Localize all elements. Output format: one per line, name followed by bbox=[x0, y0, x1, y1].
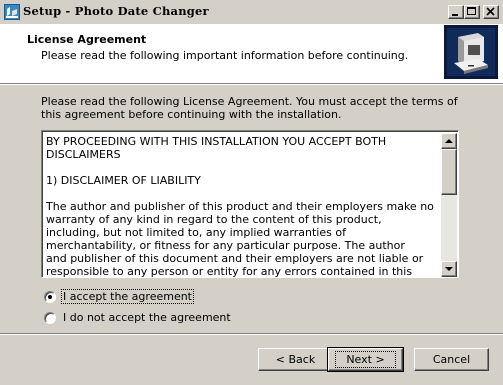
header-panel: License Agreement Please read the follow… bbox=[0, 24, 503, 83]
minimize-button[interactable] bbox=[448, 5, 464, 19]
radio-selected-dot bbox=[48, 294, 52, 299]
next-button-label: Next > bbox=[335, 351, 396, 368]
license-scrollbar[interactable] bbox=[441, 133, 457, 277]
decline-label[interactable]: I do not accept the agreement bbox=[62, 311, 232, 324]
accept-label[interactable]: I accept the agreement bbox=[61, 289, 194, 304]
scroll-thumb[interactable] bbox=[441, 149, 457, 195]
page-subtitle: Please read the following important info… bbox=[41, 49, 409, 62]
accept-agreement-option[interactable]: I accept the agreement bbox=[44, 289, 194, 304]
computer-installer-icon bbox=[444, 25, 498, 79]
accept-radio[interactable] bbox=[44, 290, 56, 303]
instruction-text: Please read the following License Agreem… bbox=[41, 95, 458, 121]
scroll-up-button[interactable] bbox=[441, 133, 457, 149]
title-bar[interactable]: Setup - Photo Date Changer bbox=[0, 0, 503, 24]
scroll-up-arrow-icon bbox=[445, 139, 453, 143]
header-divider bbox=[0, 83, 503, 85]
decline-agreement-option[interactable]: I do not accept the agreement bbox=[44, 311, 232, 324]
back-button-label: < Back bbox=[275, 353, 316, 366]
minimize-icon bbox=[452, 14, 458, 16]
next-button[interactable]: Next > bbox=[327, 347, 404, 372]
close-icon bbox=[486, 7, 495, 16]
maximize-icon bbox=[467, 7, 476, 15]
setup-app-icon[interactable] bbox=[4, 4, 20, 20]
license-text: BY PROCEEDING WITH THIS INSTALLATION YOU… bbox=[46, 135, 434, 278]
back-button[interactable]: < Back bbox=[258, 348, 333, 371]
cancel-button[interactable]: Cancel bbox=[414, 348, 489, 371]
scroll-down-button[interactable] bbox=[441, 261, 457, 277]
close-button[interactable] bbox=[483, 5, 499, 19]
license-text-box[interactable]: BY PROCEEDING WITH THIS INSTALLATION YOU… bbox=[41, 130, 459, 278]
cancel-button-label: Cancel bbox=[432, 353, 471, 366]
decline-radio[interactable] bbox=[44, 311, 56, 324]
maximize-button[interactable] bbox=[464, 5, 480, 19]
scroll-down-arrow-icon bbox=[445, 267, 453, 271]
footer-divider bbox=[0, 333, 503, 335]
setup-window: Setup - Photo Date Changer License Agree… bbox=[0, 0, 503, 385]
window-title: Setup - Photo Date Changer bbox=[23, 4, 209, 18]
page-title: License Agreement bbox=[27, 33, 147, 46]
